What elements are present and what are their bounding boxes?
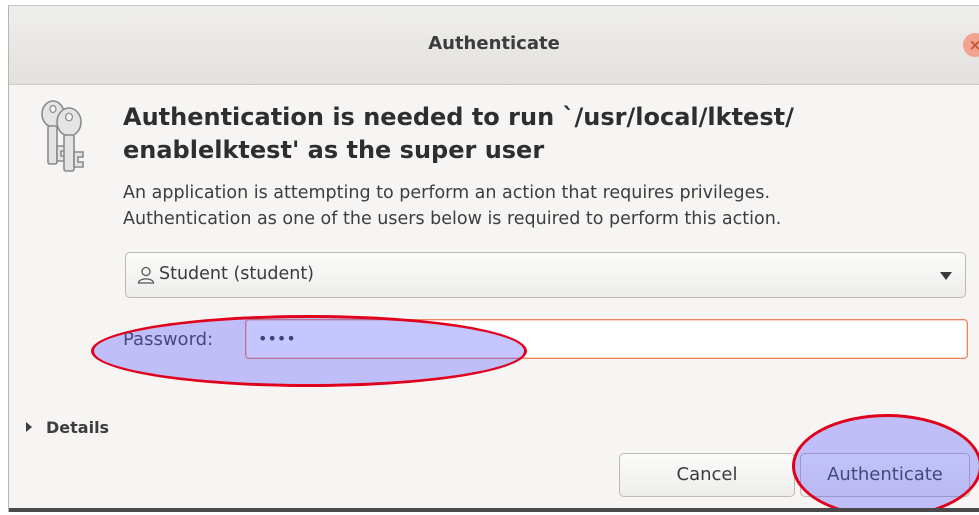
bottom-border — [9, 508, 979, 512]
authenticate-button[interactable]: Authenticate — [800, 453, 970, 497]
user-icon — [137, 266, 155, 284]
password-input[interactable]: •••• — [245, 319, 968, 359]
authenticate-dialog: Authenticate × Authentication is needed … — [8, 5, 979, 512]
password-label: Password: — [123, 329, 214, 350]
keys-icon — [41, 100, 84, 172]
chevron-down-icon — [940, 272, 952, 280]
expander-arrow-icon — [26, 422, 32, 432]
dialog-description: An application is attempting to perform … — [123, 180, 963, 232]
title-bar: Authenticate × — [9, 6, 979, 85]
dialog-heading: Authentication is needed to run `/usr/lo… — [123, 103, 794, 164]
cancel-button[interactable]: Cancel — [619, 453, 795, 497]
user-select-value: Student (student) — [159, 264, 315, 284]
window-title: Authenticate — [428, 33, 560, 54]
description-line: An application is attempting to perform … — [123, 183, 771, 203]
details-label: Details — [46, 418, 110, 437]
description-line: Authentication as one of the users below… — [123, 209, 782, 229]
user-select[interactable]: Student (student) — [125, 252, 966, 298]
details-expander[interactable]: Details — [26, 418, 109, 437]
